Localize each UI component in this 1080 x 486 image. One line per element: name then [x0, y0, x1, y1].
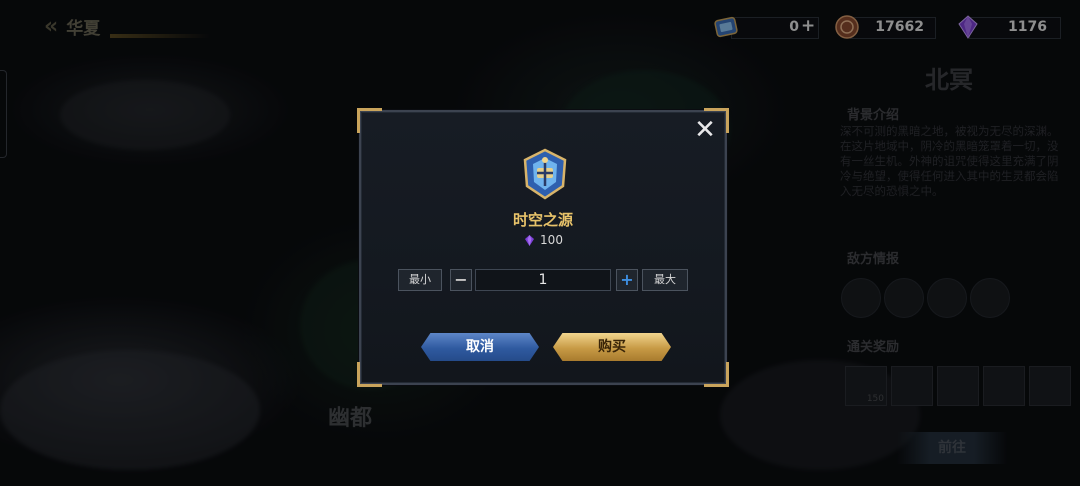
plus-button[interactable]: + — [616, 269, 638, 291]
purple-gem-icon — [525, 235, 535, 246]
corner-ornament — [704, 362, 729, 387]
minus-icon: − — [454, 270, 468, 289]
spacetime-source-icon — [523, 148, 567, 200]
corner-ornament — [357, 362, 382, 387]
item-price: 100 — [361, 233, 725, 247]
max-button[interactable]: 最大 — [642, 269, 688, 291]
minus-button[interactable]: − — [450, 269, 472, 291]
quantity-input[interactable]: 1 — [475, 269, 611, 291]
item-name: 时空之源 — [512, 211, 573, 229]
cancel-button[interactable]: 取消 — [421, 333, 539, 361]
price-value: 100 — [540, 233, 563, 247]
corner-ornament — [357, 108, 382, 133]
min-button[interactable]: 最小 — [398, 269, 442, 291]
close-button[interactable]: ✕ — [693, 115, 717, 145]
purchase-dialog: ✕ 时空之源 100 最小 − 1 + 最大 取消 购买 — [357, 108, 729, 387]
close-icon: ✕ — [694, 115, 716, 145]
buy-button[interactable]: 购买 — [553, 333, 671, 361]
plus-icon: + — [620, 270, 634, 289]
